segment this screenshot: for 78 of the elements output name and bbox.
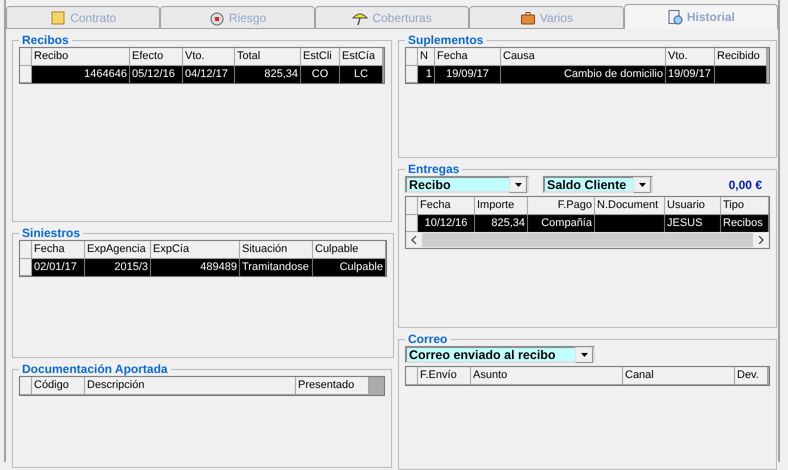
row-selector[interactable] (20, 259, 32, 276)
table-cell[interactable]: CO (301, 66, 340, 83)
column-header[interactable]: Culpable (313, 241, 386, 259)
balance-amount: 0,00 € (728, 178, 762, 192)
column-header[interactable]: Recibo (32, 48, 130, 66)
document-clock-icon (666, 9, 683, 25)
table-cell[interactable] (715, 66, 767, 83)
column-header[interactable]: Código (32, 377, 85, 395)
table-cell[interactable]: 19/09/17 (666, 66, 715, 83)
row-selector[interactable] (20, 48, 32, 66)
table-cell[interactable]: 825,34 (235, 66, 301, 83)
row-selector[interactable] (20, 66, 32, 83)
column-header[interactable]: N.Document (595, 197, 665, 215)
table-cell[interactable]: 02/01/17 (32, 259, 85, 276)
table-cell[interactable]: 1 (418, 66, 435, 83)
group-title: Siniestros (21, 226, 82, 240)
table-cell[interactable] (595, 215, 665, 232)
column-header[interactable]: Efecto (130, 48, 183, 66)
column-header[interactable]: Vto. (183, 48, 235, 66)
table-cell[interactable]: 05/12/16 (130, 66, 183, 83)
table-cell[interactable]: 19/09/17 (435, 66, 501, 83)
dropdown[interactable]: Saldo Cliente (543, 176, 653, 193)
column-header[interactable]: Situación (240, 241, 313, 259)
row-selector[interactable] (20, 377, 32, 395)
column-header[interactable]: Dev. (735, 367, 768, 385)
column-header[interactable]: ExpAgencia (85, 241, 151, 259)
horizontal-scrollbar[interactable] (406, 232, 769, 248)
caret-icon (638, 182, 646, 186)
table-cell[interactable]: 825,34 (475, 215, 528, 232)
note-icon (50, 10, 66, 26)
row-selector[interactable] (20, 241, 32, 259)
table-cell[interactable]: 10/12/16 (418, 215, 475, 232)
column-header[interactable]: Tipo (721, 197, 769, 215)
table-cell[interactable]: JESUS (665, 215, 721, 232)
table-cell[interactable]: Compañía (528, 215, 595, 232)
row-selector[interactable] (406, 66, 418, 83)
row-selector[interactable] (406, 367, 418, 385)
group-title: Documentación Aportada (21, 362, 169, 376)
table-cell[interactable]: Culpable (313, 259, 386, 276)
dropdown[interactable]: Correo enviado al recibo (405, 346, 595, 363)
table-cell[interactable]: LC (340, 66, 383, 83)
caret-icon (580, 352, 588, 356)
column-header[interactable]: Usuario (665, 197, 721, 215)
table-cell[interactable]: Recibos (721, 215, 769, 232)
table-cell[interactable]: 04/12/17 (183, 66, 235, 83)
row-selector[interactable] (406, 197, 418, 215)
column-header[interactable]: Asunto (471, 367, 623, 385)
column-header[interactable]: Recibido (715, 48, 767, 66)
column-header[interactable]: F.Pago (528, 197, 595, 215)
caret-icon (514, 182, 522, 186)
table-cell[interactable]: Cambio de domicilio (501, 66, 666, 83)
column-header[interactable]: ExpCía (151, 241, 240, 259)
column-header[interactable]: Fecha (32, 241, 85, 259)
column-header[interactable]: Presentado (296, 377, 369, 395)
column-header[interactable]: EstCía (340, 48, 383, 66)
column-header[interactable]: Descripción (85, 377, 296, 395)
briefcase-icon (520, 10, 536, 26)
group-title: Recibos (21, 33, 70, 47)
dropdown[interactable]: Recibo (405, 176, 529, 193)
table-cell[interactable]: Tramitandose (240, 259, 313, 276)
column-header[interactable]: F.Envío (418, 367, 471, 385)
table-cell[interactable]: 489489 (151, 259, 240, 276)
row-selector[interactable] (406, 48, 418, 66)
column-header[interactable]: Causa (501, 48, 666, 66)
column-header[interactable]: Vto. (666, 48, 715, 66)
column-header[interactable]: Importe (475, 197, 528, 215)
column-header[interactable]: Fecha (418, 197, 475, 215)
table-cell[interactable]: 2015/3 (85, 259, 151, 276)
column-header[interactable]: N (418, 48, 435, 66)
column-header[interactable]: Total (235, 48, 301, 66)
group-title: Correo (407, 332, 448, 346)
table-cell[interactable]: 1464646 (32, 66, 130, 83)
column-header[interactable]: Canal (623, 367, 735, 385)
column-header[interactable]: EstCli (301, 48, 340, 66)
alarm-icon (208, 10, 225, 26)
group-title: Suplementos (407, 33, 484, 47)
group-title: Entregas (407, 162, 460, 176)
column-header[interactable]: Fecha (435, 48, 501, 66)
